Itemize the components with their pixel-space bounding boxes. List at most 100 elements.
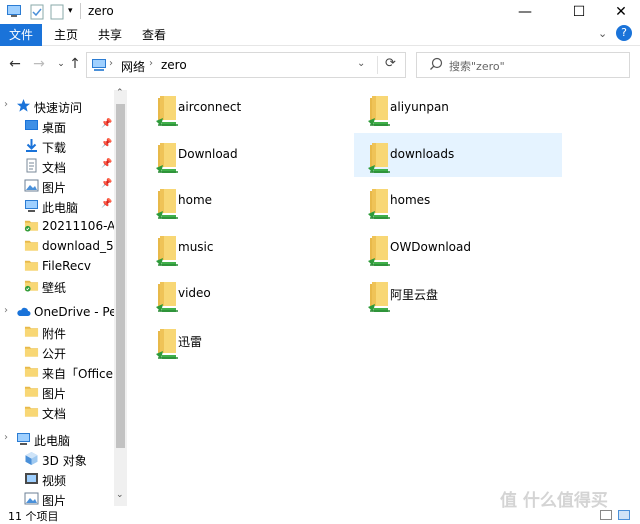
refresh-icon[interactable]: ⟳ [385, 56, 396, 71]
back-button[interactable]: ← [6, 55, 24, 73]
explorer-app-icon [6, 4, 22, 21]
sidebar-item[interactable]: 此电脑 📌 [0, 196, 114, 216]
pin-icon: 📌 [101, 119, 113, 129]
pin-icon: 📌 [101, 179, 113, 189]
navigation-pane-scrollbar[interactable]: ⌃ ⌄ [114, 88, 127, 506]
sidebar-item[interactable]: download_5 [0, 236, 114, 256]
synced-folder-icon [24, 278, 39, 293]
properties-icon[interactable] [30, 4, 44, 23]
star-icon [16, 98, 31, 113]
expand-chevron-icon[interactable]: › [4, 305, 8, 316]
forward-button[interactable]: → [30, 55, 48, 73]
picture-icon [24, 178, 39, 193]
scroll-up-icon[interactable]: ⌃ [116, 88, 124, 98]
sidebar-item[interactable]: 下载 📌 [0, 136, 114, 156]
ribbon: 文件 主页 共享 查看 ⌄ ? [0, 24, 640, 46]
address-dropdown-icon[interactable]: ⌄ [357, 58, 365, 69]
sidebar-item-label: 此电脑 [34, 434, 71, 448]
folder-item[interactable]: Download [142, 133, 350, 177]
sidebar-item[interactable]: FileRecv [0, 256, 114, 276]
minimize-button[interactable]: — [502, 0, 548, 24]
scroll-down-icon[interactable]: ⌄ [116, 490, 124, 500]
cube-icon [24, 451, 39, 466]
sidebar-item[interactable]: 壁纸 [0, 276, 114, 296]
expand-chevron-icon[interactable]: › [4, 432, 8, 443]
watermark: 值 什么值得买 [500, 491, 608, 511]
help-icon[interactable]: ? [616, 25, 632, 41]
sidebar-item-label: 下载 [42, 141, 67, 155]
sidebar-item[interactable]: 文档 📌 [0, 156, 114, 176]
folder-name: music [178, 239, 214, 254]
folder-item[interactable]: video [142, 272, 350, 316]
close-button[interactable]: ✕ [598, 0, 640, 24]
sidebar-item[interactable]: 图片 [0, 382, 114, 402]
desktop-icon [24, 118, 39, 133]
sidebar-item[interactable]: OneDrive - Perso › [0, 302, 114, 322]
folder-item[interactable]: homes [354, 179, 562, 223]
document-icon [24, 158, 39, 173]
synced-folder-icon [24, 218, 39, 233]
navigation-bar: ← → ⌄ ↑ › 网络 › zero ⌄ ⟳ 搜索"zero" [0, 47, 640, 81]
details-view-icon[interactable] [600, 510, 612, 520]
tab-file[interactable]: 文件 [0, 24, 42, 46]
search-box[interactable]: 搜索"zero" [416, 52, 630, 78]
sidebar-item[interactable]: 来自「OfficePLU [0, 362, 114, 382]
sidebar-item-label: 20211106-App [42, 219, 114, 233]
address-bar[interactable]: › 网络 › zero ⌄ ⟳ [86, 52, 406, 78]
folder-icon [24, 364, 39, 379]
sidebar-item[interactable]: 此电脑 › [0, 429, 114, 449]
sidebar-item[interactable]: 桌面 📌 [0, 116, 114, 136]
video-icon [24, 471, 39, 486]
folder-item[interactable]: 迅雷 [142, 319, 350, 363]
sidebar-item-label: 视频 [42, 474, 67, 488]
sidebar-item[interactable]: 文档 [0, 402, 114, 422]
folder-item[interactable]: aliyunpan [354, 86, 562, 130]
folder-item[interactable]: downloads [354, 132, 562, 177]
sidebar-item-label: OneDrive - Perso [34, 305, 114, 319]
navigation-pane: 快速访问 › 桌面 📌 下载 📌 文档 📌 图片 📌 此电脑 📌 20211106-App downl… [0, 90, 130, 506]
sidebar-item[interactable]: 图片 [0, 489, 114, 506]
sidebar-item[interactable]: 公开 [0, 342, 114, 362]
sidebar-item-label: 文档 [42, 161, 67, 175]
breadcrumb-zero[interactable]: zero [161, 58, 187, 72]
sidebar-item-label: FileRecv [42, 259, 91, 273]
up-button[interactable]: ↑ [66, 55, 84, 73]
title-bar: ▾ zero — ☐ ✕ [0, 0, 640, 24]
address-divider [377, 56, 378, 74]
folder-name: video [178, 286, 211, 300]
folder-item[interactable]: 阿里云盘 [354, 272, 562, 316]
folder-name: aliyunpan [390, 100, 449, 114]
folder-name: OWDownload [390, 239, 471, 254]
sidebar-item[interactable]: 附件 [0, 322, 114, 342]
large-icons-view-icon[interactable] [618, 510, 630, 520]
sidebar-item-label: 附件 [42, 327, 67, 341]
sidebar-item-label: 公开 [42, 347, 67, 361]
folder-icon [24, 404, 39, 419]
ribbon-expand-icon[interactable]: ⌄ [598, 27, 607, 40]
sidebar-item[interactable]: 视频 [0, 469, 114, 489]
new-folder-quick-icon[interactable] [50, 4, 64, 23]
sidebar-item-label: download_5 [42, 239, 114, 253]
sidebar-item-label: 图片 [42, 494, 67, 506]
breadcrumb-chevron-icon: › [109, 58, 113, 69]
tab-view[interactable]: 查看 [136, 24, 172, 46]
title-divider [80, 3, 81, 19]
sidebar-item[interactable]: 20211106-App [0, 216, 114, 236]
breadcrumb-network[interactable]: 网络 [121, 58, 145, 75]
folder-item[interactable]: airconnect [142, 86, 350, 130]
expand-chevron-icon[interactable]: › [4, 99, 8, 110]
tab-home[interactable]: 主页 [48, 24, 84, 46]
scrollbar-thumb[interactable] [116, 104, 125, 448]
tab-share[interactable]: 共享 [92, 24, 128, 46]
folder-item[interactable]: OWDownload [354, 226, 562, 270]
sidebar-item-label: 快速访问 [34, 101, 83, 115]
folder-item[interactable]: music [142, 226, 350, 270]
sidebar-item[interactable]: 3D 对象 [0, 449, 114, 469]
sidebar-item[interactable]: 快速访问 › [0, 96, 114, 116]
customize-quick-access-icon[interactable]: ▾ [68, 6, 73, 16]
item-count: 11 个项目 [8, 510, 59, 523]
sidebar-item-label: 壁纸 [42, 281, 67, 295]
sidebar-item[interactable]: 图片 📌 [0, 176, 114, 196]
maximize-button[interactable]: ☐ [556, 0, 602, 24]
folder-item[interactable]: home [142, 179, 350, 223]
